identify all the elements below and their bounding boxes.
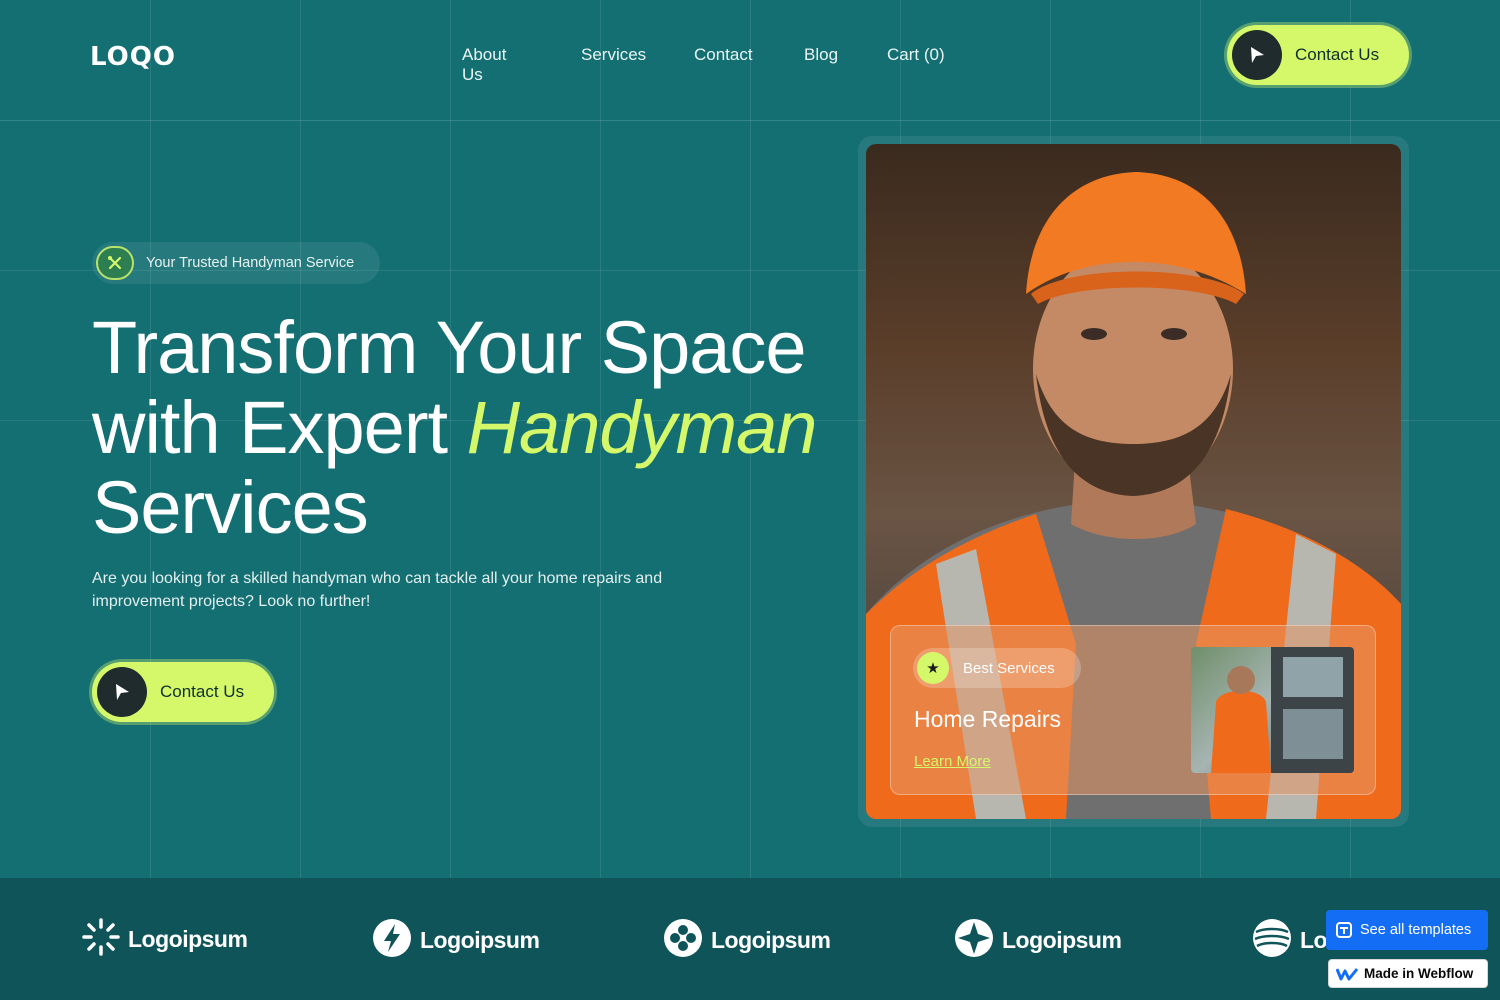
hero-contact-label: Contact Us (160, 682, 245, 701)
webflow-logo-icon (1336, 967, 1358, 981)
star-icon: ★ (917, 652, 949, 684)
waves-icon (1252, 918, 1292, 963)
play-icon (1232, 30, 1282, 80)
partner-logo: Lo (1252, 918, 1328, 963)
hero-image-frame: ★ Best Services Home Repairs Learn More (858, 136, 1409, 827)
partner-logo-label: Logoipsum (420, 927, 540, 953)
partner-logo: Logoipsum (954, 918, 1122, 963)
see-all-templates-label: See all templates (1360, 922, 1472, 938)
play-icon (97, 667, 147, 717)
webflow-template-icon (1336, 922, 1352, 938)
site-header: LOQO About Us Services Contact Blog Cart… (0, 0, 1500, 121)
service-card-badge: ★ Best Services (913, 648, 1081, 688)
hero-title-line3: Services (92, 466, 369, 549)
service-card-title: Home Repairs (914, 706, 1061, 732)
hero-badge: Your Trusted Handyman Service (92, 242, 380, 284)
hero-title-line1: Transform Your Space (92, 306, 807, 389)
tools-icon (96, 246, 134, 280)
partner-logos-band: Logoipsum Logoipsum Logoipsum Logoipsum … (0, 878, 1500, 1000)
header-contact-label: Contact Us (1295, 45, 1380, 64)
sunburst-icon (82, 918, 120, 961)
nav-cart[interactable]: Cart (0) (887, 45, 945, 65)
nav-blog[interactable]: Blog (804, 45, 838, 65)
clover-icon (663, 918, 703, 963)
diamond-icon (954, 918, 994, 963)
partner-logo-label: Logoipsum (711, 927, 831, 953)
hero-title: Transform Your Space with Expert Handyma… (92, 308, 852, 548)
handyman-photo: ★ Best Services Home Repairs Learn More (866, 144, 1401, 819)
partner-logo: Logoipsum (82, 918, 248, 961)
learn-more-link[interactable]: Learn More (914, 753, 991, 770)
partner-logo: Logoipsum (663, 918, 831, 963)
hero-title-accent: Handyman (466, 386, 818, 469)
service-card: ★ Best Services Home Repairs Learn More (890, 625, 1376, 795)
header-contact-button[interactable]: Contact Us (1227, 25, 1409, 85)
hero-contact-button[interactable]: Contact Us (92, 662, 274, 722)
nav-about-us[interactable]: About Us (462, 45, 506, 85)
hero-description: Are you looking for a skilled handyman w… (92, 570, 663, 610)
nav-services[interactable]: Services (581, 45, 646, 65)
hero-badge-text: Your Trusted Handyman Service (146, 255, 355, 271)
service-card-badge-text: Best Services (963, 659, 1055, 677)
nav-contact[interactable]: Contact (694, 45, 753, 65)
bolt-icon (372, 918, 412, 963)
made-in-webflow-label: Made in Webflow (1364, 966, 1474, 981)
see-all-templates-button[interactable]: See all templates (1326, 910, 1488, 950)
site-logo[interactable]: LOQO (90, 42, 176, 72)
made-in-webflow-badge[interactable]: Made in Webflow (1328, 959, 1488, 988)
partner-logo: Logoipsum (372, 918, 540, 963)
partner-logo-label: Logoipsum (1002, 927, 1122, 953)
partner-logo-label: Logoipsum (128, 926, 248, 952)
service-thumbnail (1191, 647, 1354, 773)
hero-title-line2: with Expert (92, 386, 467, 469)
partner-logo-label: Lo (1300, 927, 1328, 953)
